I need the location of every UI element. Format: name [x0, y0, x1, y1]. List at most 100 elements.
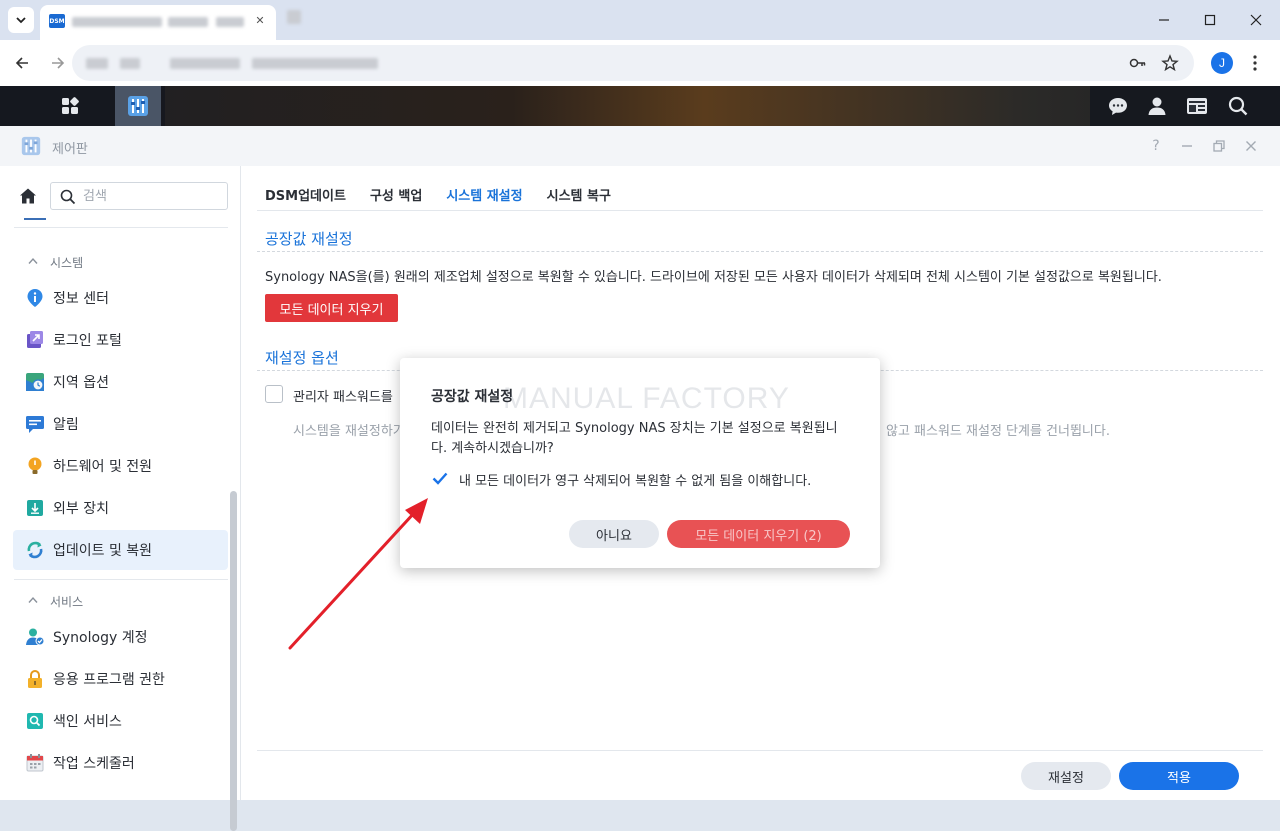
key-icon[interactable]: [1126, 51, 1150, 75]
blurred-tab-title: [72, 17, 162, 27]
indexing-service-icon: [24, 710, 46, 732]
blurred-tab-title-part: [216, 17, 244, 27]
sidebar-item-label: 지역 옵션: [53, 375, 109, 391]
apply-button[interactable]: 적용: [1119, 762, 1239, 790]
window-title-bar: 제어판 ?: [0, 126, 1280, 166]
sidebar-item-task-scheduler[interactable]: 작업 스케줄러: [13, 743, 228, 783]
browser-tab-bar: DSM ✕: [0, 0, 1280, 40]
new-tab-button[interactable]: [287, 10, 301, 24]
browser-toolbar: J: [0, 40, 1280, 86]
admin-password-checkbox-label[interactable]: 관리자 패스워드를: [293, 386, 393, 405]
confirm-checkbox[interactable]: [431, 469, 449, 487]
blurred-url-part: [252, 58, 378, 69]
search-icon[interactable]: [1226, 94, 1250, 118]
blurred-url-part: [120, 58, 140, 69]
sidebar-item-regional-options[interactable]: 지역 옵션: [13, 362, 228, 402]
sidebar-item-label: 하드웨어 및 전원: [53, 459, 153, 475]
section-divider: [257, 251, 1263, 252]
tab-system-reset[interactable]: 시스템 재설정: [446, 182, 522, 210]
reset-options-title: 재설정 옵션: [265, 349, 339, 367]
section-header-system[interactable]: 시스템: [28, 254, 83, 271]
sidebar-item-login-portal[interactable]: 로그인 포털: [13, 320, 228, 360]
synology-account-icon: [24, 626, 46, 648]
sidebar-item-app-privileges[interactable]: 응용 프로그램 권한: [13, 659, 228, 699]
control-panel-task-button[interactable]: [115, 86, 161, 126]
dsm-favicon-icon: DSM: [49, 14, 65, 28]
tab-config-backup[interactable]: 구성 백업: [370, 182, 422, 210]
blurred-site-info: [86, 58, 108, 69]
sidebar-item-label: 로그인 포털: [53, 333, 122, 349]
dialog-no-button[interactable]: 아니요: [569, 520, 659, 548]
sidebar-search-box[interactable]: [50, 182, 228, 210]
star-bookmark-icon[interactable]: [1158, 51, 1182, 75]
more-menu-icon[interactable]: [1243, 51, 1267, 75]
section-label: 시스템: [50, 256, 84, 270]
admin-password-help-text-end: 않고 패스워드 재설정 단계를 건너뜁니다.: [886, 424, 1110, 439]
admin-password-checkbox[interactable]: [265, 385, 283, 403]
tab-list-button[interactable]: [8, 7, 34, 33]
tab-bar: DSM업데이트 구성 백업 시스템 재설정 시스템 복구: [265, 182, 635, 210]
user-icon[interactable]: [1145, 94, 1169, 118]
login-portal-icon: [24, 329, 46, 351]
chat-icon[interactable]: [1106, 94, 1130, 118]
sidebar-item-label: Synology 계정: [53, 630, 148, 646]
lock-icon: [24, 668, 46, 690]
maximize-icon[interactable]: [1196, 6, 1224, 34]
factory-reset-title: 공장값 재설정: [265, 230, 353, 248]
sidebar-item-info-center[interactable]: 정보 센터: [13, 278, 228, 318]
sidebar-item-label: 작업 스케줄러: [53, 756, 135, 772]
erase-all-data-button[interactable]: 모든 데이터 지우기: [265, 294, 398, 322]
close-window-icon[interactable]: [1242, 6, 1270, 34]
control-panel-icon: [128, 96, 148, 116]
dialog-erase-button[interactable]: 모든 데이터 지우기 (2): [667, 520, 850, 548]
browser-tab-active[interactable]: DSM ✕: [40, 5, 276, 40]
sidebar-item-external-devices[interactable]: 외부 장치: [13, 488, 228, 528]
main-menu-grid-icon[interactable]: [58, 94, 82, 118]
sidebar-item-synology-account[interactable]: Synology 계정: [13, 617, 228, 657]
blurred-tab-title-part: [168, 17, 208, 27]
home-icon[interactable]: [14, 182, 42, 210]
watermark: MANUAL FACTORY: [503, 382, 790, 415]
regional-options-icon: [24, 371, 46, 393]
tab-dsm-update[interactable]: DSM업데이트: [265, 182, 346, 210]
profile-avatar[interactable]: J: [1211, 52, 1233, 74]
sidebar-item-label: 색인 서비스: [53, 714, 122, 730]
reset-button[interactable]: 재설정: [1021, 762, 1111, 790]
scroll-indicator: [24, 218, 46, 220]
sidebar-item-label: 업데이트 및 복원: [53, 543, 153, 559]
search-input[interactable]: [83, 187, 223, 205]
sidebar-item-hardware-power[interactable]: 하드웨어 및 전원: [13, 446, 228, 486]
back-arrow-icon[interactable]: [10, 51, 34, 75]
sidebar-scrollbar[interactable]: [230, 491, 237, 831]
sidebar-item-label: 정보 센터: [53, 291, 109, 307]
minimize-icon[interactable]: [1150, 6, 1178, 34]
chevron-down-icon: [16, 17, 26, 24]
forward-arrow-icon[interactable]: [46, 51, 70, 75]
close-window-icon[interactable]: [1242, 137, 1260, 155]
sidebar-item-label: 외부 장치: [53, 501, 109, 517]
address-bar[interactable]: [72, 45, 1194, 81]
sidebar-item-label: 알림: [53, 417, 79, 433]
help-icon[interactable]: ?: [1147, 137, 1165, 155]
minimize-window-icon[interactable]: [1178, 137, 1196, 155]
chevron-up-icon: [28, 596, 38, 607]
control-panel-icon: [20, 135, 42, 157]
section-header-services[interactable]: 서비스: [28, 593, 83, 610]
dialog-title: 공장값 재설정: [431, 389, 514, 405]
sidebar-item-indexing-service[interactable]: 색인 서비스: [13, 701, 228, 741]
admin-password-help-text: 시스템을 재설정하기: [293, 424, 405, 439]
confirm-checkbox-label[interactable]: 내 모든 데이터가 영구 삭제되어 복원할 수 없게 됨을 이해합니다.: [459, 470, 811, 489]
widgets-icon[interactable]: [1185, 94, 1209, 118]
factory-reset-description: Synology NAS을(를) 원래의 제조업체 설정으로 복원할 수 있습니…: [265, 270, 1162, 285]
sidebar-item-update-restore[interactable]: 업데이트 및 복원: [13, 530, 228, 570]
window-title: 제어판: [52, 142, 88, 157]
footer-divider: [257, 750, 1263, 751]
dsm-taskbar: [0, 86, 1280, 126]
tabs-divider: [257, 210, 1263, 211]
sidebar-item-label: 응용 프로그램 권한: [53, 672, 165, 688]
tab-close-icon[interactable]: ✕: [252, 12, 268, 28]
sidebar-item-notification[interactable]: 알림: [13, 404, 228, 444]
search-icon: [60, 189, 76, 205]
restore-window-icon[interactable]: [1210, 137, 1228, 155]
tab-system-recovery[interactable]: 시스템 복구: [547, 182, 611, 210]
